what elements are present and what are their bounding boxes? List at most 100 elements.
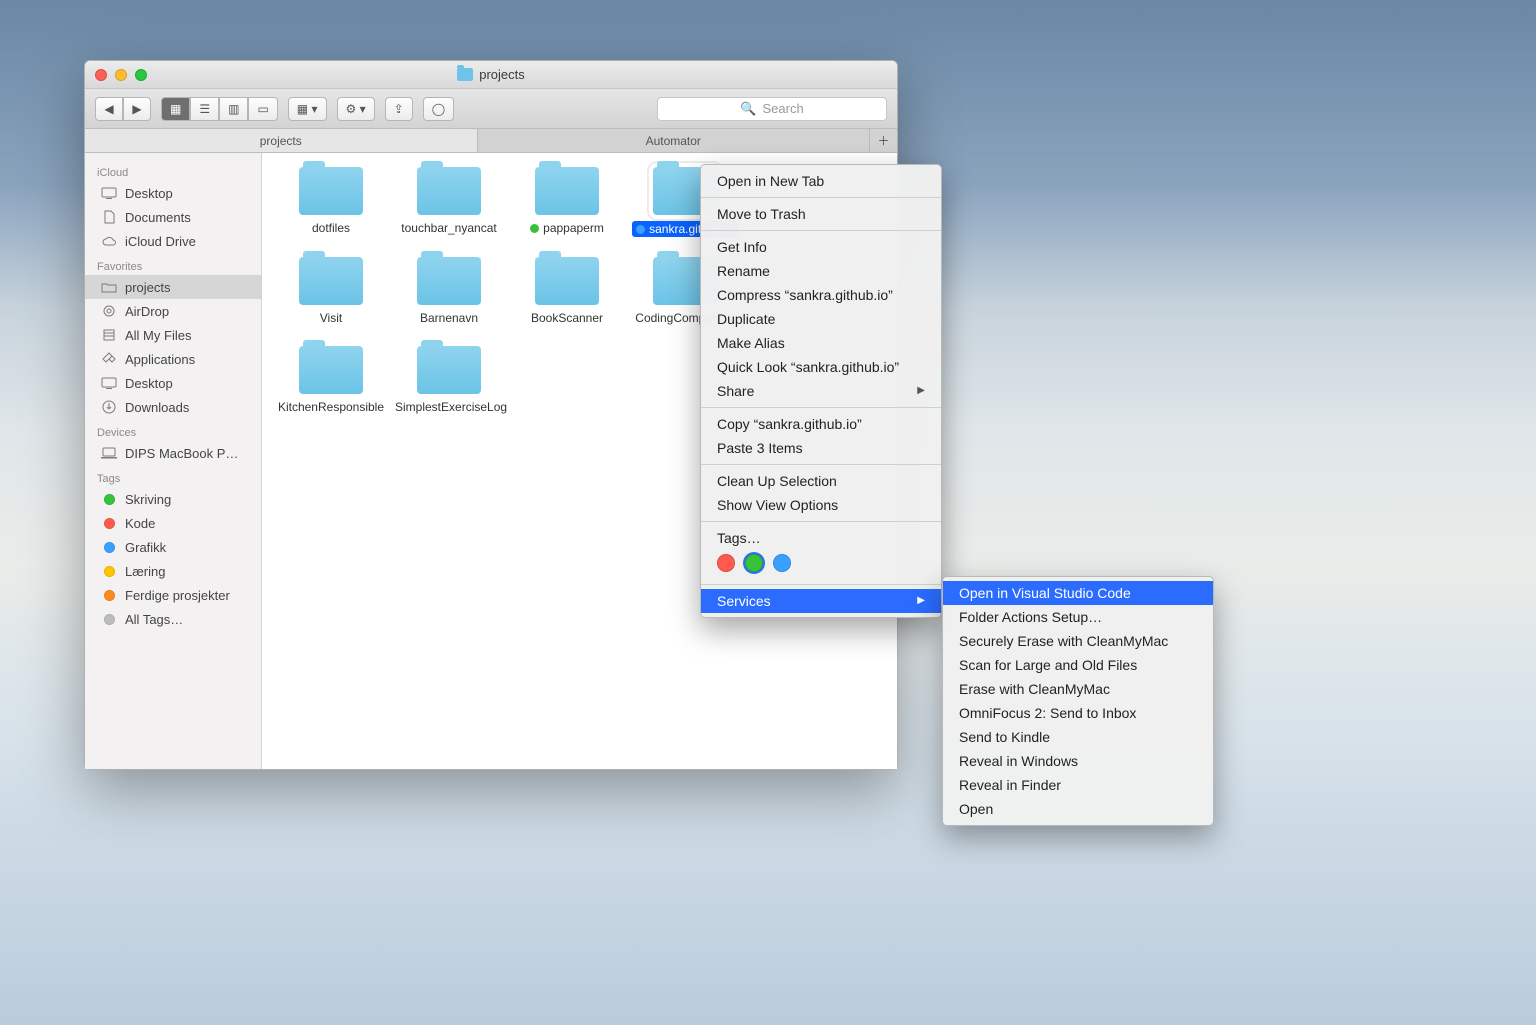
menu-item-share[interactable]: Share▶: [701, 379, 941, 403]
list-view-button[interactable]: ☰: [190, 97, 219, 121]
sidebar-item-documents[interactable]: Documents: [85, 205, 261, 229]
folder-icon: [299, 167, 363, 215]
tag-color-dot[interactable]: [745, 554, 763, 572]
tab-automator[interactable]: Automator: [477, 129, 870, 152]
cloud-icon: [101, 234, 117, 248]
sidebar-item-desktop[interactable]: Desktop: [85, 181, 261, 205]
menu-item-rename[interactable]: Rename: [701, 259, 941, 283]
submenu-item-send-to-kindle[interactable]: Send to Kindle: [943, 725, 1213, 749]
sidebar-item-all-my-files[interactable]: All My Files: [85, 323, 261, 347]
submenu-item-scan-for-large-and-old-files[interactable]: Scan for Large and Old Files: [943, 653, 1213, 677]
submenu-item-label: Erase with CleanMyMac: [959, 679, 1110, 699]
menu-item-copy-sankra-github-io-[interactable]: Copy “sankra.github.io”: [701, 412, 941, 436]
airdrop-icon: [101, 304, 117, 318]
sidebar-item-all-tags-[interactable]: All Tags…: [85, 607, 261, 631]
submenu-item-open[interactable]: Open: [943, 797, 1213, 821]
menu-item-get-info[interactable]: Get Info: [701, 235, 941, 259]
apps-icon: [101, 352, 117, 366]
menu-item-tags-[interactable]: Tags…: [701, 526, 941, 550]
menu-item-label: Clean Up Selection: [717, 471, 837, 491]
sidebar-section-title: Favorites: [85, 253, 261, 275]
sidebar-item-projects[interactable]: projects: [85, 275, 261, 299]
new-tab-button[interactable]: ＋: [869, 129, 897, 152]
share-button[interactable]: ⇪: [385, 97, 413, 121]
desktop-icon: [101, 376, 117, 390]
minimize-icon[interactable]: [115, 69, 127, 81]
menu-separator: [701, 584, 941, 585]
menu-item-quick-look-sankra-github-io-[interactable]: Quick Look “sankra.github.io”: [701, 355, 941, 379]
tab-projects[interactable]: projects: [85, 129, 477, 152]
sidebar-item-kode[interactable]: Kode: [85, 511, 261, 535]
forward-button[interactable]: ▶: [123, 97, 151, 121]
menu-item-label: Quick Look “sankra.github.io”: [717, 357, 899, 377]
menu-separator: [701, 407, 941, 408]
sidebar-item-ferdige-prosjekter[interactable]: Ferdige prosjekter: [85, 583, 261, 607]
file-item[interactable]: dotfiles: [272, 167, 390, 237]
submenu-item-label: Open: [959, 799, 993, 819]
action-button[interactable]: ⚙ ▾: [337, 97, 375, 121]
tag-icon: [101, 516, 117, 530]
menu-item-paste-3-items[interactable]: Paste 3 Items: [701, 436, 941, 460]
close-icon[interactable]: [95, 69, 107, 81]
gallery-view-button[interactable]: ▭: [248, 97, 277, 121]
file-item[interactable]: touchbar_nyancat: [390, 167, 508, 237]
submenu-item-open-in-visual-studio-code[interactable]: Open in Visual Studio Code: [943, 581, 1213, 605]
submenu-item-erase-with-cleanmymac[interactable]: Erase with CleanMyMac: [943, 677, 1213, 701]
sidebar-item-skriving[interactable]: Skriving: [85, 487, 261, 511]
sidebar-item-label: All Tags…: [125, 612, 183, 627]
sidebar-item-airdrop[interactable]: AirDrop: [85, 299, 261, 323]
search-placeholder: Search: [762, 101, 803, 116]
folder-icon: [417, 346, 481, 394]
submenu-item-reveal-in-finder[interactable]: Reveal in Finder: [943, 773, 1213, 797]
file-label: Barnenavn: [420, 311, 478, 325]
menu-item-duplicate[interactable]: Duplicate: [701, 307, 941, 331]
back-button[interactable]: ◀: [95, 97, 123, 121]
sidebar-item-dips-macbook-p-[interactable]: DIPS MacBook P…: [85, 441, 261, 465]
submenu-item-label: Securely Erase with CleanMyMac: [959, 631, 1168, 651]
menu-item-clean-up-selection[interactable]: Clean Up Selection: [701, 469, 941, 493]
tag-color-dot[interactable]: [773, 554, 791, 572]
sidebar-item-applications[interactable]: Applications: [85, 347, 261, 371]
sidebar-item-label: Ferdige prosjekter: [125, 588, 230, 603]
file-item[interactable]: KitchenResponsible: [272, 346, 390, 414]
folder-icon: [535, 257, 599, 305]
submenu-item-reveal-in-windows[interactable]: Reveal in Windows: [943, 749, 1213, 773]
menu-item-compress-sankra-github-io-[interactable]: Compress “sankra.github.io”: [701, 283, 941, 307]
column-view-button[interactable]: ▥: [219, 97, 248, 121]
menu-item-open-in-new-tab[interactable]: Open in New Tab: [701, 169, 941, 193]
menu-item-move-to-trash[interactable]: Move to Trash: [701, 202, 941, 226]
submenu-item-folder-actions-setup-[interactable]: Folder Actions Setup…: [943, 605, 1213, 629]
sidebar-item-label: Downloads: [125, 400, 189, 415]
sidebar-item-icloud-drive[interactable]: iCloud Drive: [85, 229, 261, 253]
arrange-button[interactable]: ▦ ▾: [288, 97, 327, 121]
tag-dot-icon: [530, 224, 539, 233]
file-item[interactable]: pappaperm: [508, 167, 626, 237]
menu-item-services[interactable]: Services▶: [701, 589, 941, 613]
tag-color-dot[interactable]: [717, 554, 735, 572]
sidebar-item-grafikk[interactable]: Grafikk: [85, 535, 261, 559]
file-item[interactable]: BookScanner: [508, 257, 626, 325]
edit-tags-button[interactable]: ◯: [423, 97, 454, 121]
submenu-item-omnifocus-2-send-to-inbox[interactable]: OmniFocus 2: Send to Inbox: [943, 701, 1213, 725]
search-field[interactable]: 🔍 Search: [657, 97, 887, 121]
menu-item-label: Paste 3 Items: [717, 438, 803, 458]
folder-icon: [417, 167, 481, 215]
file-item[interactable]: Barnenavn: [390, 257, 508, 325]
zoom-icon[interactable]: [135, 69, 147, 81]
sidebar-item-desktop[interactable]: Desktop: [85, 371, 261, 395]
file-label: pappaperm: [530, 221, 604, 235]
icon-view-button[interactable]: ▦: [161, 97, 190, 121]
arrange-group: ▦ ▾: [288, 97, 327, 121]
menu-item-show-view-options[interactable]: Show View Options: [701, 493, 941, 517]
sidebar-item-l-ring[interactable]: Læring: [85, 559, 261, 583]
file-item[interactable]: Visit: [272, 257, 390, 325]
folder-icon: [457, 68, 473, 81]
nav-buttons: ◀ ▶: [95, 97, 151, 121]
sidebar-item-downloads[interactable]: Downloads: [85, 395, 261, 419]
sidebar-item-label: Desktop: [125, 376, 173, 391]
file-item[interactable]: SimplestExerciseLog: [390, 346, 508, 414]
menu-item-make-alias[interactable]: Make Alias: [701, 331, 941, 355]
toolbar: ◀ ▶ ▦ ☰ ▥ ▭ ▦ ▾ ⚙ ▾ ⇪ ◯ 🔍 Search: [85, 89, 897, 129]
submenu-item-securely-erase-with-cleanmymac[interactable]: Securely Erase with CleanMyMac: [943, 629, 1213, 653]
sidebar-item-label: projects: [125, 280, 171, 295]
